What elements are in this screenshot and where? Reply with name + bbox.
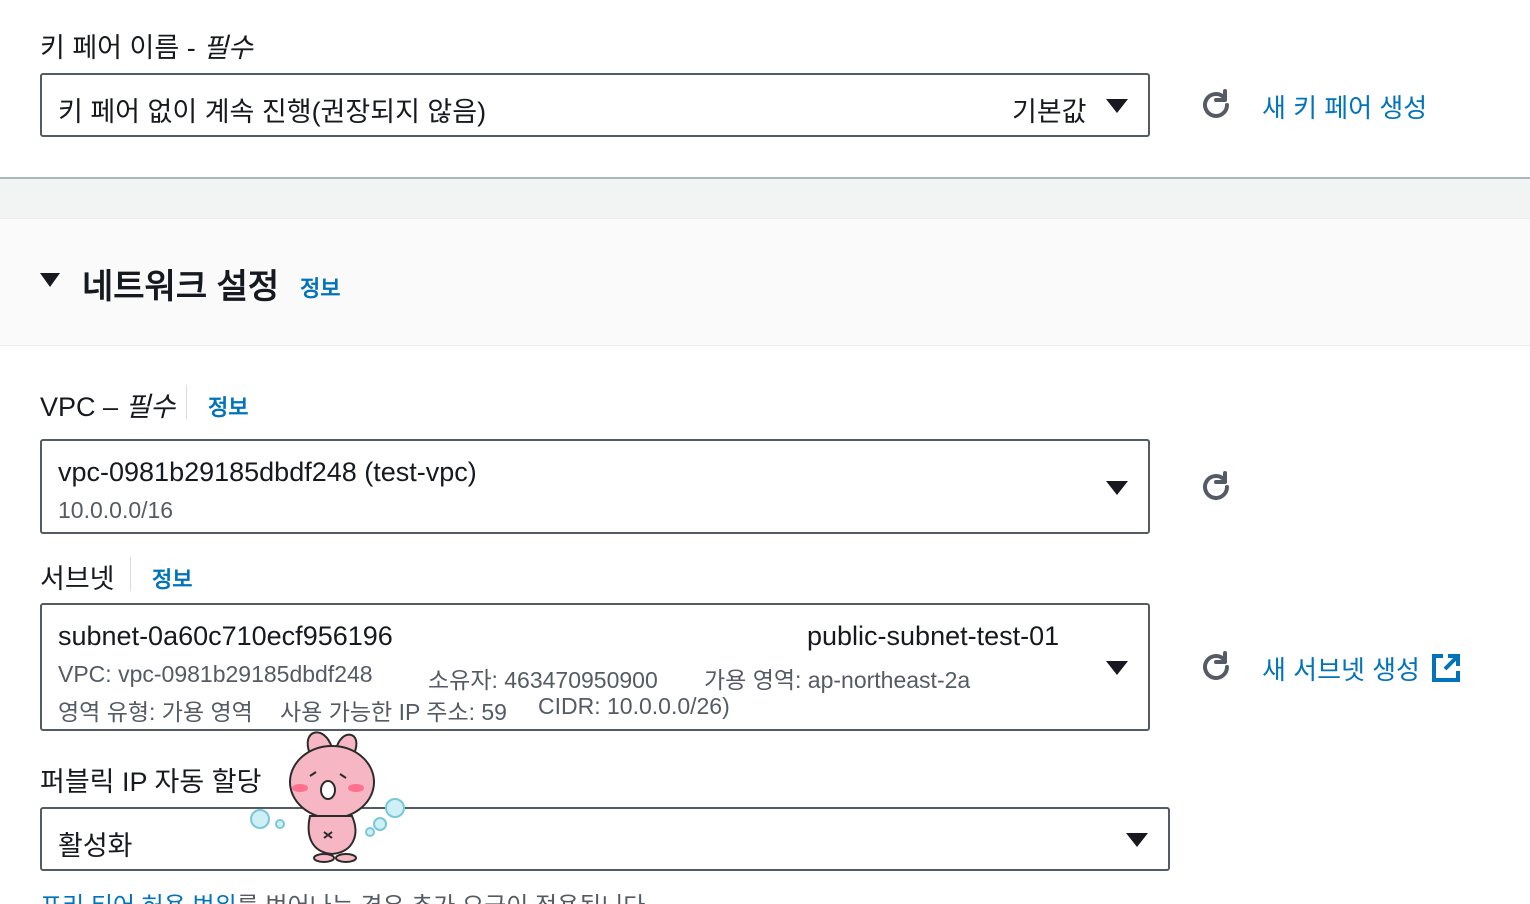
create-subnet-link[interactable]: 새 서브넷 생성	[1262, 650, 1420, 687]
key-pair-label: 키 페어 이름 - 필수	[40, 26, 253, 65]
key-pair-required: 필수	[203, 33, 253, 63]
subnet-label-separator	[130, 557, 131, 591]
public-ip-label: 퍼블릭 IP 자동 할당	[40, 767, 262, 797]
subnet-cidr: CIDR: 10.0.0.0/26)	[538, 693, 730, 719]
vpc-label-text: VPC –	[40, 392, 126, 422]
subnet-id: subnet-0a60c710ecf956196	[58, 621, 393, 651]
vpc-required: 필수	[125, 392, 176, 422]
caret-down-icon	[1126, 833, 1148, 847]
vpc-select[interactable]: vpc-0981b29185dbdf248 (test-vpc) 10.0.0.…	[40, 439, 1150, 534]
vpc-value: vpc-0981b29185dbdf248 (test-vpc)	[58, 457, 477, 487]
section-divider	[0, 177, 1530, 218]
vpc-label: VPC – 필수	[40, 385, 175, 424]
key-pair-select[interactable]: 키 페어 없이 계속 진행(권장되지 않음) 기본값	[40, 73, 1150, 137]
public-ip-value: 활성화	[58, 831, 133, 861]
network-settings-header[interactable]: 네트워크 설정 정보	[0, 218, 1530, 346]
refresh-icon[interactable]	[1198, 469, 1234, 505]
subnet-vpc: VPC: vpc-0981b29185dbdf248	[58, 661, 373, 687]
public-ip-select[interactable]: 활성화	[40, 807, 1170, 871]
subnet-owner: 소유자: 463470950900	[428, 667, 658, 693]
free-tier-text: 를 벗어나는 경우 추가 요금이 적용됩니다	[237, 893, 646, 904]
external-link-icon[interactable]	[1430, 652, 1462, 684]
subnet-label: 서브넷	[40, 564, 115, 594]
caret-down-icon	[1106, 481, 1128, 495]
subnet-name: public-subnet-test-01	[807, 621, 1060, 651]
key-pair-label-text: 키 페어 이름 -	[40, 33, 204, 63]
subnet-info-link[interactable]: 정보	[152, 562, 192, 594]
refresh-icon[interactable]	[1198, 87, 1234, 123]
network-info-link[interactable]: 정보	[300, 271, 340, 303]
subnet-zone-type: 영역 유형: 가용 영역	[58, 699, 253, 725]
expand-caret-icon[interactable]	[40, 273, 60, 287]
network-settings-title: 네트워크 설정	[82, 268, 280, 306]
sticker-bunny	[250, 731, 405, 863]
caret-down-icon	[1106, 661, 1128, 675]
key-pair-value: 키 페어 없이 계속 진행(권장되지 않음)	[58, 97, 487, 127]
free-tier-notice: 프리 티어 허용 범위를 벗어나는 경우 추가 요금이 적용됩니다	[40, 886, 645, 904]
refresh-icon[interactable]	[1198, 649, 1234, 685]
default-tag: 기본값	[1012, 97, 1087, 127]
subnet-select[interactable]: subnet-0a60c710ecf956196 public-subnet-t…	[40, 603, 1150, 731]
free-tier-link[interactable]: 프리 티어 허용 범위	[40, 893, 237, 904]
subnet-available-ips: 사용 가능한 IP 주소: 59	[280, 699, 507, 725]
vpc-label-separator	[186, 385, 187, 419]
vpc-cidr: 10.0.0.0/16	[58, 497, 174, 523]
caret-down-icon	[1106, 99, 1128, 113]
create-key-pair-link[interactable]: 새 키 페어 생성	[1262, 88, 1427, 125]
subnet-az: 가용 영역: ap-northeast-2a	[704, 667, 971, 693]
vpc-info-link[interactable]: 정보	[208, 390, 248, 422]
